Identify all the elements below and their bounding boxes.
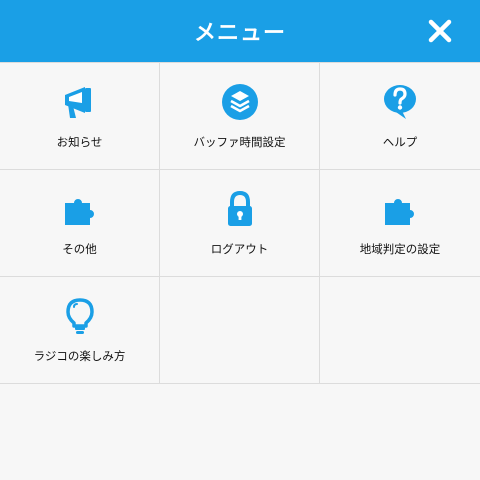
empty-cell	[160, 277, 320, 384]
page-title: メニュー	[193, 21, 286, 46]
menu-item-label: お知らせ	[56, 135, 103, 149]
megaphone-icon	[64, 87, 91, 118]
question-bubble-icon	[384, 85, 416, 119]
menu-item-area-setting[interactable]: 地域判定の設定	[320, 170, 480, 277]
menu-item-label: 地域判定の設定	[359, 242, 441, 256]
menu-item-buffer-time[interactable]: バッファ時間設定	[160, 63, 320, 170]
menu-item-label: ヘルプ	[382, 135, 418, 149]
header-bar: メニュー	[0, 0, 480, 62]
lightbulb-icon	[65, 298, 94, 334]
menu-item-news[interactable]: お知らせ	[0, 63, 160, 170]
empty-cell	[320, 277, 480, 384]
menu-item-label: ラジコの楽しみ方	[33, 349, 126, 363]
layers-icon	[221, 84, 258, 120]
menu-item-logout[interactable]: ログアウト	[160, 170, 320, 277]
menu-item-how-to-enjoy[interactable]: ラジコの楽しみ方	[0, 277, 160, 384]
menu-item-label: バッファ時間設定	[193, 135, 286, 149]
lock-icon	[227, 190, 252, 226]
puzzle-icon	[64, 199, 94, 225]
puzzle-icon	[385, 199, 414, 225]
close-icon[interactable]	[428, 19, 452, 43]
menu-item-other[interactable]: その他	[0, 170, 160, 277]
menu-grid: お知らせ バッファ時間設定 ヘルプ その他 ログアウト 地域判定の設定 ラジコの…	[0, 62, 480, 384]
menu-item-label: その他	[62, 242, 97, 256]
menu-item-help[interactable]: ヘルプ	[320, 63, 480, 170]
menu-item-label: ログアウト	[210, 242, 269, 256]
